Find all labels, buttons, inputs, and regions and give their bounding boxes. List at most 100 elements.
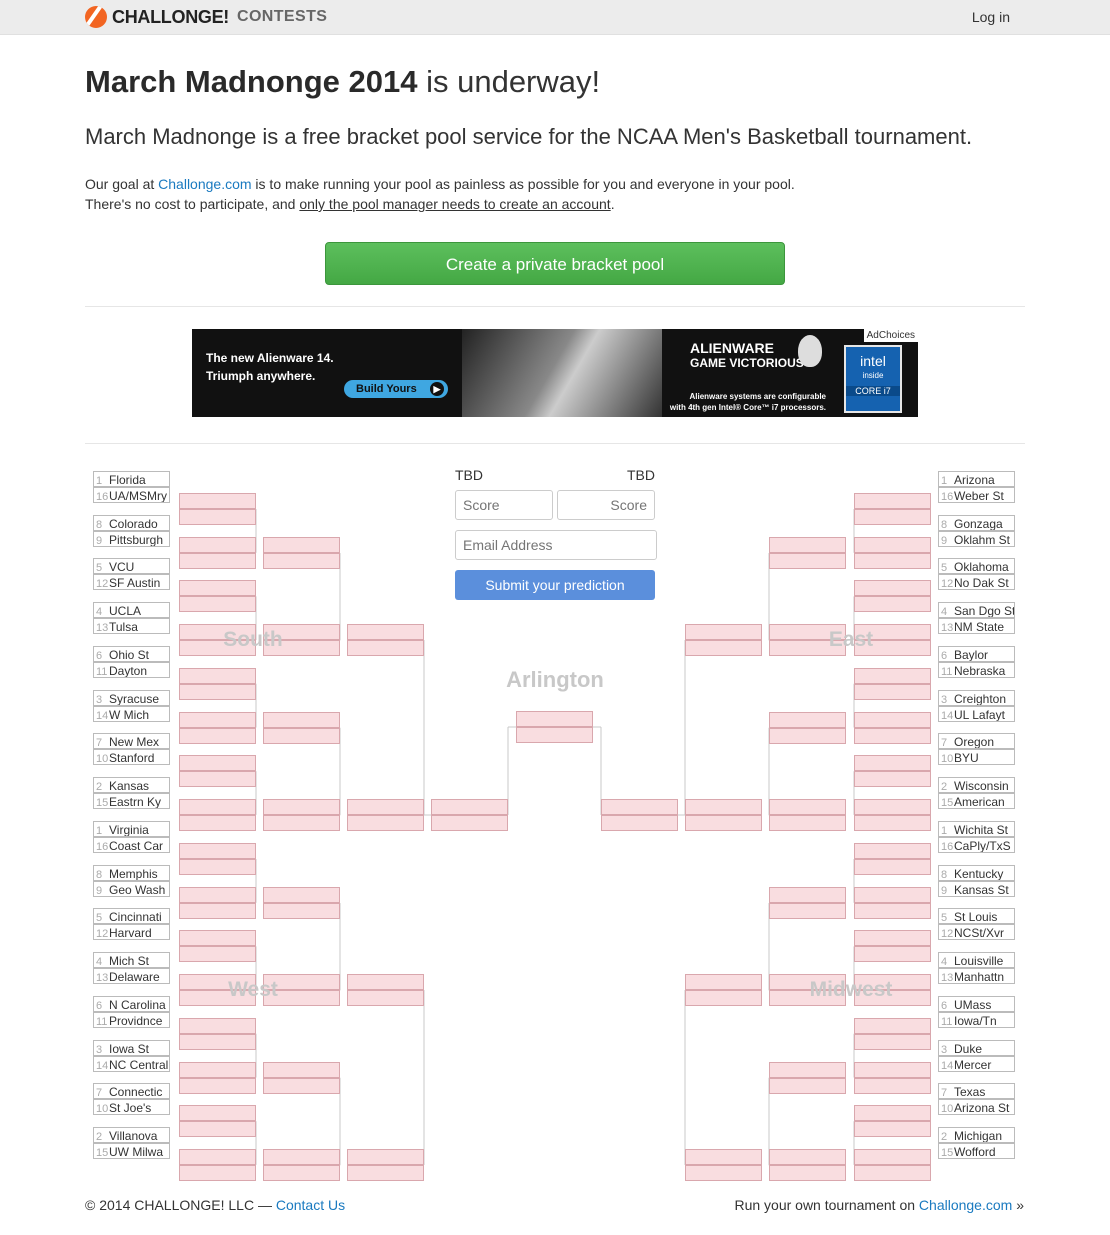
pick-slot[interactable] <box>854 580 931 596</box>
pick-slot[interactable] <box>516 727 593 743</box>
pick-slot[interactable] <box>854 887 931 903</box>
pick-slot[interactable] <box>769 887 846 903</box>
pick-slot[interactable] <box>854 712 931 728</box>
pick-slot[interactable] <box>347 1149 424 1165</box>
pick-slot[interactable] <box>347 990 424 1006</box>
pick-slot[interactable] <box>179 903 256 919</box>
pick-slot[interactable] <box>179 1034 256 1050</box>
pick-slot[interactable] <box>263 712 340 728</box>
pick-slot[interactable] <box>179 1078 256 1094</box>
pick-slot[interactable] <box>769 553 846 569</box>
pick-slot[interactable] <box>263 799 340 815</box>
pick-slot[interactable] <box>179 887 256 903</box>
pick-slot[interactable] <box>685 1165 762 1181</box>
pick-slot[interactable] <box>854 930 931 946</box>
pick-slot[interactable] <box>179 493 256 509</box>
ad-build-button[interactable]: Build Yours <box>344 380 448 398</box>
pick-slot[interactable] <box>854 684 931 700</box>
pick-slot[interactable] <box>854 509 931 525</box>
pick-slot[interactable] <box>263 815 340 831</box>
pick-slot[interactable] <box>431 799 508 815</box>
pick-slot[interactable] <box>769 1078 846 1094</box>
pick-slot[interactable] <box>179 946 256 962</box>
pick-slot[interactable] <box>263 1149 340 1165</box>
pick-slot[interactable] <box>854 799 931 815</box>
pick-slot[interactable] <box>685 974 762 990</box>
pick-slot[interactable] <box>854 728 931 744</box>
pick-slot[interactable] <box>179 1018 256 1034</box>
pick-slot[interactable] <box>685 624 762 640</box>
pick-slot[interactable] <box>854 755 931 771</box>
pick-slot[interactable] <box>179 1149 256 1165</box>
pick-slot[interactable] <box>179 843 256 859</box>
pick-slot[interactable] <box>179 596 256 612</box>
pick-slot[interactable] <box>179 509 256 525</box>
pick-slot[interactable] <box>854 815 931 831</box>
score-input-b[interactable] <box>557 490 655 520</box>
login-link[interactable]: Log in <box>972 9 1010 25</box>
pick-slot[interactable] <box>854 493 931 509</box>
pick-slot[interactable] <box>179 553 256 569</box>
pick-slot[interactable] <box>854 903 931 919</box>
pick-slot[interactable] <box>854 1018 931 1034</box>
email-input[interactable] <box>455 530 657 560</box>
pick-slot[interactable] <box>263 1165 340 1181</box>
pick-slot[interactable] <box>854 946 931 962</box>
pick-slot[interactable] <box>769 1165 846 1181</box>
pick-slot[interactable] <box>685 990 762 1006</box>
pick-slot[interactable] <box>854 596 931 612</box>
pick-slot[interactable] <box>685 1149 762 1165</box>
pick-slot[interactable] <box>769 537 846 553</box>
pick-slot[interactable] <box>769 903 846 919</box>
pick-slot[interactable] <box>347 799 424 815</box>
pick-slot[interactable] <box>179 580 256 596</box>
pick-slot[interactable] <box>685 640 762 656</box>
pick-slot[interactable] <box>685 815 762 831</box>
pick-slot[interactable] <box>431 815 508 831</box>
pick-slot[interactable] <box>685 799 762 815</box>
pick-slot[interactable] <box>263 553 340 569</box>
pick-slot[interactable] <box>263 903 340 919</box>
pick-slot[interactable] <box>179 815 256 831</box>
pick-slot[interactable] <box>179 668 256 684</box>
submit-prediction-button[interactable]: Submit your prediction <box>455 570 655 600</box>
pick-slot[interactable] <box>516 711 593 727</box>
pick-slot[interactable] <box>179 684 256 700</box>
pick-slot[interactable] <box>854 1121 931 1137</box>
pick-slot[interactable] <box>769 815 846 831</box>
pick-slot[interactable] <box>347 624 424 640</box>
pick-slot[interactable] <box>179 930 256 946</box>
pick-slot[interactable] <box>854 553 931 569</box>
challonge-link[interactable]: Challonge.com <box>158 176 251 192</box>
pick-slot[interactable] <box>769 712 846 728</box>
pick-slot[interactable] <box>854 771 931 787</box>
pick-slot[interactable] <box>179 728 256 744</box>
pick-slot[interactable] <box>179 859 256 875</box>
pick-slot[interactable] <box>263 728 340 744</box>
pick-slot[interactable] <box>179 1105 256 1121</box>
pick-slot[interactable] <box>263 1078 340 1094</box>
create-pool-button[interactable]: Create a private bracket pool <box>325 242 785 285</box>
contact-link[interactable]: Contact Us <box>276 1197 345 1213</box>
pick-slot[interactable] <box>854 843 931 859</box>
pick-slot[interactable] <box>769 799 846 815</box>
pick-slot[interactable] <box>263 887 340 903</box>
pick-slot[interactable] <box>854 1062 931 1078</box>
pick-slot[interactable] <box>854 859 931 875</box>
pick-slot[interactable] <box>769 1149 846 1165</box>
pick-slot[interactable] <box>854 1149 931 1165</box>
pick-slot[interactable] <box>179 771 256 787</box>
pick-slot[interactable] <box>179 799 256 815</box>
advertisement-banner[interactable]: The new Alienware 14. Triumph anywhere. B… <box>192 329 918 417</box>
pick-slot[interactable] <box>854 537 931 553</box>
account-info-link[interactable]: only the pool manager needs to create an… <box>299 196 610 212</box>
pick-slot[interactable] <box>179 1165 256 1181</box>
challonge-logo[interactable]: CHALLONGE! CONTESTS <box>85 5 327 29</box>
pick-slot[interactable] <box>347 974 424 990</box>
pick-slot[interactable] <box>179 1062 256 1078</box>
pick-slot[interactable] <box>854 1165 931 1181</box>
pick-slot[interactable] <box>854 1078 931 1094</box>
pick-slot[interactable] <box>769 1062 846 1078</box>
score-input-a[interactable] <box>455 490 553 520</box>
pick-slot[interactable] <box>263 1062 340 1078</box>
